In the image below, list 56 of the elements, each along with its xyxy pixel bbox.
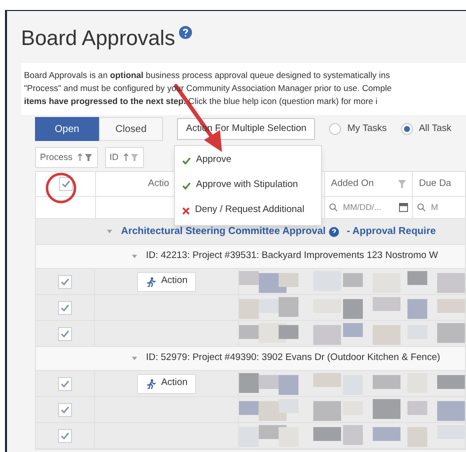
help-icon[interactable] <box>328 226 339 236</box>
tab[interactable]: Open <box>35 117 99 141</box>
help-icon[interactable] <box>179 26 192 39</box>
highlight-circle <box>45 172 77 204</box>
group-title: Architectural Steering Committee Approval <box>121 225 326 239</box>
checkbox[interactable] <box>58 402 72 416</box>
collapse-caret-icon[interactable] <box>131 253 138 260</box>
check-icon <box>60 179 70 189</box>
action-button[interactable]: Action <box>137 374 196 394</box>
check-icon <box>182 182 191 190</box>
check-icon <box>60 430 70 440</box>
menu-item[interactable]: Approve <box>175 148 321 173</box>
collapse-caret-icon[interactable] <box>106 228 113 235</box>
column-header: Due Da <box>419 176 452 191</box>
calendar-icon[interactable] <box>399 203 408 212</box>
description-line: Board Approvals is an optional business process approval queue designed to systematically ins <box>24 69 391 82</box>
date-filter-field[interactable]: M <box>431 201 438 214</box>
action-button[interactable]: Action <box>137 272 196 292</box>
group-chip[interactable]: Process <box>35 147 98 168</box>
check-icon <box>60 404 70 414</box>
checkbox[interactable] <box>58 274 72 288</box>
radio-button[interactable] <box>400 123 413 135</box>
menu-item[interactable]: Approve with Stipulation <box>175 173 321 198</box>
group-chip[interactable]: ID <box>104 147 144 168</box>
sort-filter-icon[interactable] <box>76 153 93 162</box>
search-icon <box>417 203 426 212</box>
radio-label: All Task <box>418 122 452 136</box>
filter-icon[interactable] <box>398 180 406 188</box>
check-icon <box>60 276 70 286</box>
collapse-caret-icon[interactable] <box>131 355 138 362</box>
close-icon <box>182 206 190 214</box>
check-icon <box>60 302 70 312</box>
page-title: Board Approvals <box>21 26 176 52</box>
checkbox[interactable] <box>58 376 72 390</box>
checkbox[interactable] <box>58 326 72 340</box>
checkbox[interactable] <box>58 177 72 191</box>
check-icon <box>182 156 191 164</box>
running-figure-icon <box>146 378 156 388</box>
checkbox[interactable] <box>58 428 72 442</box>
group-status: - Approval Require <box>346 225 436 239</box>
search-icon <box>329 203 338 212</box>
subgroup-title: ID: 42213: Project #39531: Backyard Improvements 123 Nostromo W <box>146 249 438 264</box>
check-icon <box>60 328 70 338</box>
date-filter-field[interactable]: MM/DD/... <box>343 201 382 214</box>
column-header: Actio <box>148 176 170 191</box>
description-line: items have progressed to the next step. Click the blue help icon (question mark) for more i <box>24 95 378 108</box>
sort-filter-icon[interactable] <box>122 153 139 162</box>
tab[interactable]: Closed <box>99 117 163 141</box>
checkbox[interactable] <box>58 300 72 314</box>
subgroup-title: ID: 52979: Project #49390: 3902 Evans Dr (Outdoor Kitchen & Fence) <box>146 351 440 366</box>
column-header: Added On <box>331 176 374 191</box>
running-figure-icon <box>146 276 156 286</box>
radio-label: My Tasks <box>347 122 387 136</box>
check-icon <box>60 378 70 388</box>
menu-item[interactable]: Deny / Request Additional <box>175 198 321 223</box>
radio-button[interactable] <box>329 123 342 135</box>
